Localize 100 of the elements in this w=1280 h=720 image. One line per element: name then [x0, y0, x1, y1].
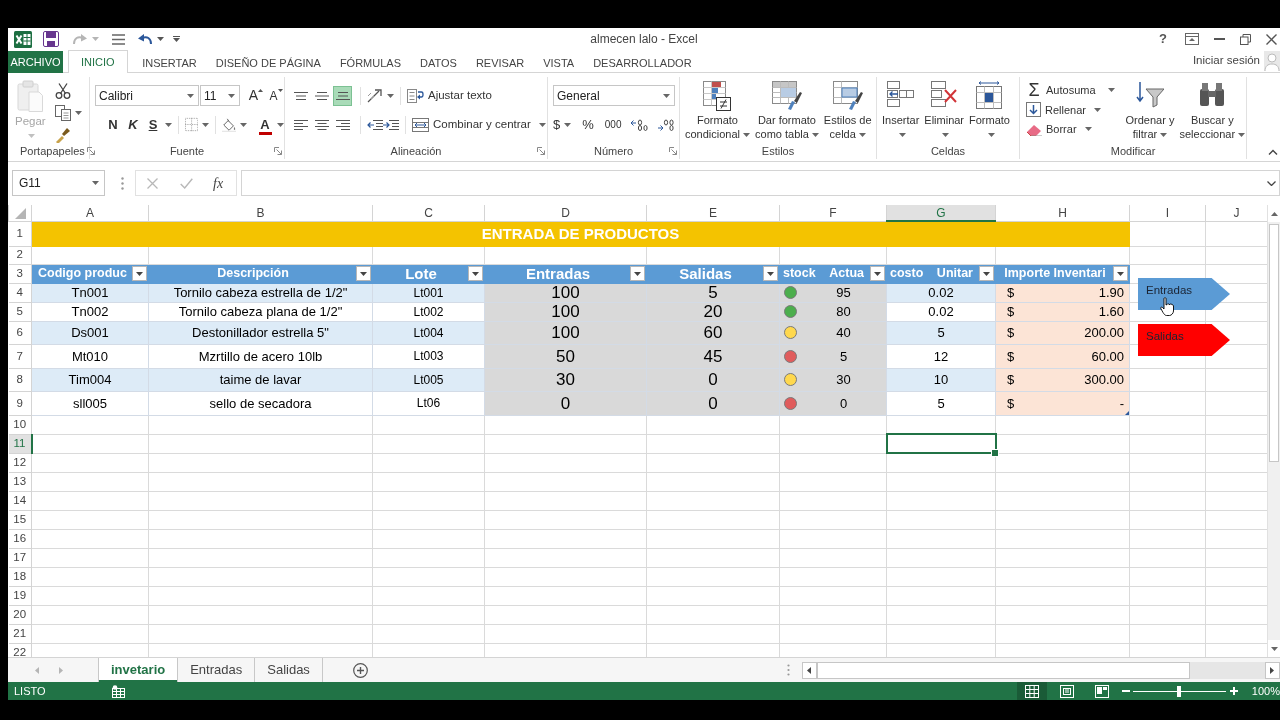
currency-button[interactable]: $ — [553, 114, 572, 135]
decrease-decimal-icon[interactable] — [657, 118, 676, 131]
ribbon-tab[interactable]: VISTA — [533, 52, 584, 73]
ribbon-tab[interactable]: INSERTAR — [132, 52, 207, 73]
row-header[interactable]: 19 — [8, 586, 32, 605]
zoom-level[interactable]: 100% — [1251, 682, 1280, 700]
ribbon-tab[interactable]: DESARROLLADOR — [583, 52, 702, 73]
column-header[interactable]: G — [886, 205, 996, 221]
arrow-shape-button[interactable]: Salidas — [1138, 324, 1230, 356]
column-header[interactable]: H — [995, 205, 1130, 221]
number-format-field[interactable]: General — [553, 85, 675, 106]
row-header[interactable]: 15 — [8, 510, 32, 529]
sign-in-link[interactable]: Iniciar sesión — [1192, 52, 1260, 70]
dialog-launcher-icon[interactable] — [669, 147, 677, 156]
check-icon[interactable] — [180, 177, 193, 189]
font-size-field[interactable]: 11 — [200, 85, 240, 106]
thousands-separator-button[interactable]: 000 — [604, 114, 622, 135]
increase-font-button[interactable]: A — [248, 85, 264, 106]
column-header[interactable]: J — [1205, 205, 1267, 221]
filter-dropdown-button[interactable] — [630, 266, 645, 281]
plus-circle-icon[interactable] — [352, 662, 368, 678]
caret-icon[interactable] — [743, 133, 751, 138]
underline-button[interactable]: S — [145, 114, 161, 135]
caret-icon[interactable] — [277, 122, 284, 127]
close-icon[interactable] — [1266, 33, 1277, 45]
caret-icon[interactable] — [202, 122, 210, 127]
slider-thumb[interactable] — [1177, 685, 1182, 697]
scroll-up-button[interactable] — [1268, 205, 1280, 222]
caret-icon[interactable] — [987, 133, 995, 138]
row-header[interactable]: 16 — [8, 529, 32, 548]
undo-icon[interactable] — [137, 33, 153, 45]
row-header[interactable]: 7 — [8, 344, 32, 368]
percent-button[interactable]: % — [582, 114, 594, 135]
drag-handle-icon[interactable] — [121, 176, 124, 190]
dialog-launcher-icon[interactable] — [537, 147, 545, 156]
ribbon-display-icon[interactable] — [1185, 33, 1199, 45]
increase-indent-icon[interactable] — [383, 119, 399, 130]
format-as-table-button[interactable]: Dar formato como tabla — [754, 81, 820, 141]
caret-icon[interactable] — [663, 93, 670, 98]
caret-icon[interactable] — [1093, 107, 1101, 112]
caret-icon[interactable] — [92, 181, 99, 185]
help-button[interactable]: ? — [1159, 29, 1167, 49]
column-header[interactable]: B — [148, 205, 373, 221]
row-header[interactable]: 21 — [8, 624, 32, 643]
sheet-tab[interactable]: invetario — [98, 658, 179, 682]
row-header[interactable]: 20 — [8, 605, 32, 624]
wrap-text-button[interactable]: Ajustar texto — [407, 86, 492, 105]
row-header[interactable]: 9 — [8, 391, 32, 415]
paint-bucket-icon[interactable] — [221, 116, 236, 133]
caret-icon[interactable] — [187, 93, 194, 98]
column-header[interactable]: C — [372, 205, 485, 221]
excel-logo-icon[interactable] — [14, 30, 32, 48]
scroll-down-button[interactable] — [1268, 640, 1280, 657]
row-header[interactable]: 18 — [8, 567, 32, 586]
filter-dropdown-button[interactable] — [356, 266, 371, 281]
list-icon[interactable] — [112, 33, 125, 45]
increase-decimal-icon[interactable] — [631, 118, 650, 131]
caret-icon[interactable] — [1084, 127, 1092, 132]
row-header[interactable]: 17 — [8, 548, 32, 567]
insert-cells-button[interactable]: Insertar — [881, 81, 921, 141]
fill-handle-icon[interactable] — [991, 448, 999, 457]
row-header[interactable]: 1 — [8, 221, 32, 246]
row-header[interactable]: 13 — [8, 472, 32, 491]
scroll-left-button[interactable] — [801, 661, 817, 679]
caret-icon[interactable] — [898, 133, 906, 138]
normal-view-button[interactable] — [1016, 682, 1047, 700]
filter-dropdown-button[interactable] — [979, 266, 994, 281]
cell-styles-button[interactable]: Estilos de celda — [822, 81, 873, 141]
autosum-button[interactable]: Σ Autosuma — [1026, 82, 1115, 99]
fill-button[interactable]: Rellenar — [1026, 101, 1115, 118]
copy-icon[interactable] — [54, 105, 71, 121]
caret-icon[interactable] — [240, 122, 247, 127]
font-name-field[interactable]: Calibri — [95, 85, 199, 106]
delete-cells-button[interactable]: Eliminar — [923, 81, 966, 141]
caret-icon[interactable] — [811, 133, 819, 138]
row-header[interactable]: 10 — [8, 415, 32, 434]
caret-icon[interactable] — [942, 133, 950, 138]
dialog-launcher-icon[interactable] — [274, 147, 282, 156]
ribbon-tab[interactable]: INICIO — [68, 50, 128, 73]
name-box[interactable]: G11 — [12, 170, 105, 196]
ribbon-tab[interactable]: REVISAR — [466, 52, 534, 73]
caret-icon[interactable] — [387, 93, 394, 98]
filter-dropdown-button[interactable] — [1113, 266, 1128, 281]
filter-dropdown-button[interactable] — [132, 266, 147, 281]
drag-handle-icon[interactable] — [786, 664, 790, 676]
formula-input[interactable] — [241, 170, 1280, 196]
save-icon[interactable] — [43, 31, 59, 47]
column-header[interactable]: I — [1129, 205, 1206, 221]
row-header[interactable]: 8 — [8, 368, 32, 392]
bold-button[interactable]: N — [105, 114, 121, 135]
scrollbar-thumb[interactable] — [816, 661, 1190, 679]
ribbon-tab[interactable]: FÓRMULAS — [330, 52, 411, 73]
customize-caret-icon[interactable] — [173, 36, 180, 42]
filter-dropdown-button[interactable] — [763, 266, 778, 281]
chevron-up-icon[interactable] — [1268, 149, 1278, 155]
column-header[interactable]: A — [31, 205, 149, 221]
scrollbar-thumb[interactable] — [1269, 224, 1279, 462]
caret-icon[interactable] — [165, 122, 172, 127]
restore-icon[interactable] — [1240, 33, 1251, 45]
caret-icon[interactable] — [538, 122, 546, 127]
